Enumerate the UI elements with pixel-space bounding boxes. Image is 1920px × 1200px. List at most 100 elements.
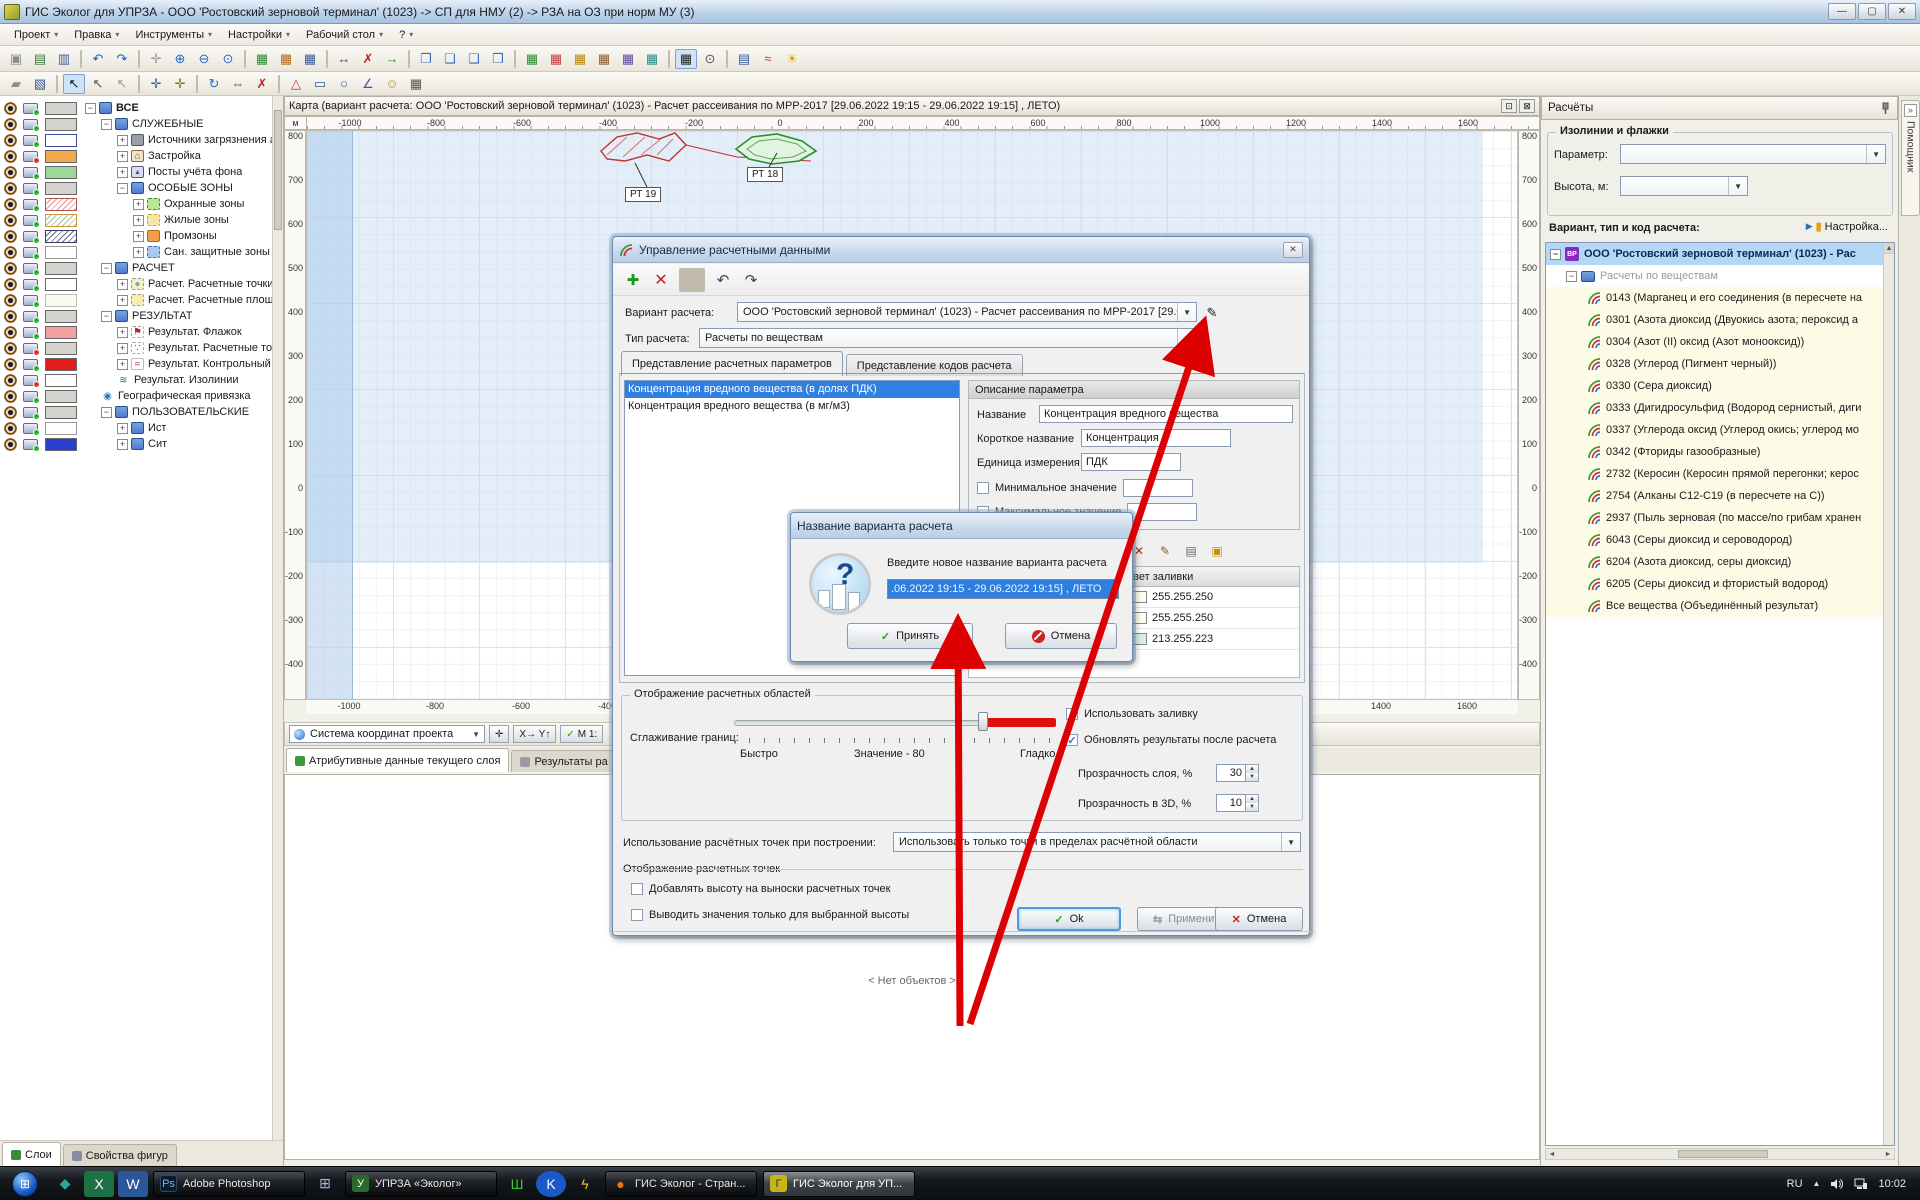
- ok-button[interactable]: ✓Ok: [1017, 907, 1121, 931]
- layer-label[interactable]: Застройка: [148, 150, 201, 162]
- parameter-item[interactable]: Концентрация вредного вещества (в долях …: [625, 381, 959, 398]
- panel-tab[interactable]: Свойства фигур: [63, 1144, 177, 1166]
- visibility-eye-icon[interactable]: [4, 198, 17, 211]
- taskbar-app-icon[interactable]: ⊞: [310, 1171, 340, 1197]
- toolbar-icon[interactable]: ▦: [569, 49, 591, 69]
- menu-item[interactable]: Инструменты▾: [127, 26, 220, 44]
- printer-icon[interactable]: [23, 199, 38, 210]
- toolbar-icon[interactable]: ≈: [757, 49, 779, 69]
- show-hidden-icons-icon[interactable]: ▲: [1813, 1179, 1821, 1188]
- layer-row[interactable]: − РАСЧЕТ: [0, 260, 283, 276]
- toolbar-icon[interactable]: ▥: [53, 49, 75, 69]
- taskbar-app-icon[interactable]: X: [84, 1171, 114, 1197]
- printer-icon[interactable]: [23, 407, 38, 418]
- expand-toggle[interactable]: +: [133, 231, 144, 242]
- layer-label[interactable]: Сит: [148, 438, 167, 450]
- expand-toggle[interactable]: +: [117, 423, 128, 434]
- substance-row[interactable]: 6205 (Серы диоксид и фтористый водород): [1546, 573, 1894, 595]
- printer-icon[interactable]: [23, 439, 38, 450]
- printer-icon[interactable]: [23, 359, 38, 370]
- taskbar-item[interactable]: Г ГИС Эколог для УП...: [760, 1171, 918, 1197]
- expand-toggle[interactable]: +: [117, 327, 128, 338]
- layer-color-swatch[interactable]: [45, 102, 77, 115]
- toolbar-icon[interactable]: [196, 75, 198, 93]
- layer-color-swatch[interactable]: [45, 374, 77, 387]
- layer-label[interactable]: Посты учёта фона: [148, 166, 242, 178]
- taskbar-app-button[interactable]: У УПРЗА «Эколог»: [345, 1171, 497, 1197]
- cancel-button[interactable]: Отмена: [1005, 623, 1117, 649]
- expand-toggle[interactable]: +: [117, 295, 128, 306]
- taskbar-item[interactable]: X: [82, 1171, 116, 1197]
- menu-item[interactable]: ?▾: [391, 26, 421, 44]
- color-table-icon[interactable]: ✎: [1155, 542, 1175, 560]
- expand-toggle[interactable]: −: [1566, 271, 1577, 282]
- visibility-eye-icon[interactable]: [4, 230, 17, 243]
- visibility-eye-icon[interactable]: [4, 438, 17, 451]
- variants-scrollbar[interactable]: ▲: [1883, 243, 1894, 1145]
- taskbar-item[interactable]: ● ГИС Эколог - Стран...: [602, 1171, 760, 1197]
- substance-row[interactable]: Все вещества (Объединённый результат): [1546, 595, 1894, 617]
- taskbar-app-button[interactable]: Ps Adobe Photoshop: [153, 1171, 305, 1197]
- expand-toggle[interactable]: +: [133, 247, 144, 258]
- layer-row[interactable]: − ВСЕ: [0, 100, 283, 116]
- expand-toggle[interactable]: +: [117, 151, 128, 162]
- layer-label[interactable]: Жилые зоны: [164, 214, 229, 226]
- color-table-icon[interactable]: ▤: [1181, 542, 1201, 560]
- layer-label[interactable]: ПОЛЬЗОВАТЕЛЬСКИЕ: [132, 406, 249, 418]
- unit-field[interactable]: ПДК: [1081, 453, 1181, 471]
- printer-icon[interactable]: [23, 327, 38, 338]
- toolbar-icon[interactable]: ▦: [405, 74, 427, 94]
- layer-color-swatch[interactable]: [45, 358, 77, 371]
- layer-row[interactable]: + Источники загрязнения атм...: [0, 132, 283, 148]
- add-height-checkbox[interactable]: [631, 883, 643, 895]
- use-fill-checkbox[interactable]: [1066, 708, 1078, 720]
- toolbar-icon[interactable]: ▦: [593, 49, 615, 69]
- layer-row[interactable]: ≋ Результат. Изолинии: [0, 372, 283, 388]
- snap-button[interactable]: ✛: [489, 725, 509, 743]
- color-table-icon[interactable]: ▣: [1207, 542, 1227, 560]
- cancel-button[interactable]: ✕Отмена: [1215, 907, 1303, 931]
- visibility-eye-icon[interactable]: [4, 422, 17, 435]
- toolbar-icon[interactable]: ↔: [333, 49, 355, 69]
- layer-row[interactable]: + ∵ Результат. Расчетные точки: [0, 340, 283, 356]
- toolbar-icon[interactable]: [408, 50, 410, 68]
- visibility-eye-icon[interactable]: [4, 134, 17, 147]
- toolbar-icon[interactable]: ↖: [111, 74, 133, 94]
- parameter-select[interactable]: ▼: [1620, 144, 1886, 164]
- variants-hscrollbar[interactable]: ◄ ►: [1545, 1148, 1895, 1160]
- layer-color-swatch[interactable]: [45, 134, 77, 147]
- volume-icon[interactable]: [1830, 1178, 1844, 1190]
- layers-scrollbar[interactable]: [272, 96, 283, 1140]
- visibility-eye-icon[interactable]: [4, 118, 17, 131]
- toolbar-icon[interactable]: ✗: [251, 74, 273, 94]
- map-data-tab[interactable]: Атрибутивные данные текущего слоя: [286, 748, 509, 772]
- toolbar-icon[interactable]: ▣: [5, 49, 27, 69]
- menu-item[interactable]: Настройки▾: [220, 26, 298, 44]
- visibility-eye-icon[interactable]: [4, 102, 17, 115]
- toolbar-icon[interactable]: ▤: [733, 49, 755, 69]
- layer-label[interactable]: Охранные зоны: [164, 198, 244, 210]
- toolbar-icon[interactable]: ⊙: [217, 49, 239, 69]
- accept-button[interactable]: ✓Принять: [847, 623, 973, 649]
- menu-item[interactable]: Правка▾: [66, 26, 127, 44]
- visibility-eye-icon[interactable]: [4, 406, 17, 419]
- toolbar-icon[interactable]: [80, 50, 82, 68]
- toolbar-icon[interactable]: [514, 50, 516, 68]
- layer-color-swatch[interactable]: [45, 390, 77, 403]
- toolbar-icon[interactable]: →: [381, 49, 403, 69]
- visibility-eye-icon[interactable]: [4, 326, 17, 339]
- taskbar-app-button[interactable]: Г ГИС Эколог для УП...: [763, 1171, 915, 1197]
- toolbar-icon[interactable]: ∠: [357, 74, 379, 94]
- substances-group-row[interactable]: − Расчеты по веществам: [1546, 265, 1894, 287]
- layer-row[interactable]: + Сан. защитные зоны: [0, 244, 283, 260]
- layer-color-swatch[interactable]: [45, 310, 77, 323]
- panel-tab[interactable]: Слои: [2, 1142, 61, 1166]
- float-window-icon[interactable]: ⊡: [1501, 99, 1517, 113]
- map-data-tab[interactable]: Результаты ра: [511, 750, 616, 772]
- taskbar-app-icon[interactable]: W: [118, 1171, 148, 1197]
- toolbar-icon[interactable]: ✛: [169, 74, 191, 94]
- substance-row[interactable]: 6204 (Азота диоксид, серы диоксид): [1546, 551, 1894, 573]
- spin-down-icon[interactable]: ▼: [1246, 773, 1258, 781]
- scroll-right-icon[interactable]: ►: [1882, 1151, 1894, 1158]
- settings-link[interactable]: ▶▮ Настройка...: [1806, 220, 1888, 233]
